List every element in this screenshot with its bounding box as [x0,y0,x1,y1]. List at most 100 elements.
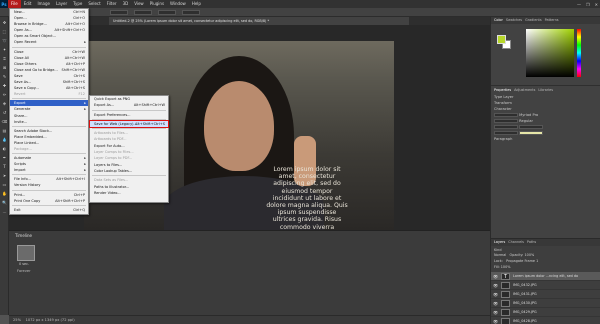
move-tool-icon[interactable]: ✥ [1,19,8,26]
type-layer-thumbnail: T [501,273,510,280]
menu-item-exit[interactable]: Exit Ctrl+Q [10,207,88,213]
timeline-frame-thumbnail[interactable] [17,245,35,261]
more-tools-icon[interactable]: … [1,208,8,215]
pen-tool-icon[interactable]: ✒ [1,154,8,161]
dodge-tool-icon[interactable]: ◐ [1,145,8,152]
menu-item-export-as[interactable]: Export As... Alt+Shift+Ctrl+W [90,102,168,108]
blur-tool-icon[interactable]: 💧 [1,136,8,143]
leading-input[interactable] [519,125,544,129]
visibility-eye-icon[interactable]: 👁 [493,308,498,317]
options-dropdown[interactable] [182,9,200,15]
visibility-eye-icon[interactable]: 👁 [493,299,498,308]
minimize-icon[interactable]: — [577,2,581,7]
document-tab[interactable]: Untitled-2 @ 25% (Lorem ipsum dolor sit … [109,17,409,25]
timeline-tab[interactable]: Timeline [15,233,32,238]
layer-row[interactable]: 👁 IMG_0430.JPG [491,299,600,308]
tab-gradients[interactable]: Gradients [525,17,542,24]
tab-libraries[interactable]: Libraries [538,87,553,94]
paragraph-section[interactable]: Paragraph [494,136,598,142]
tab-swatches[interactable]: Swatches [506,17,522,24]
foreground-color-swatch[interactable] [497,35,506,44]
menu-plugins[interactable]: Plugins [147,0,167,8]
menu-item-invite[interactable]: Invite... [10,119,88,125]
opacity-field[interactable]: Opacity: 100% [510,253,535,257]
visibility-eye-icon[interactable]: 👁 [493,272,498,281]
text-layer-overlay[interactable]: Lorem ipsum dolor sit amet, consectetur … [266,166,348,230]
magic-wand-tool-icon[interactable]: ✦ [1,46,8,53]
menu-select[interactable]: Select [85,0,103,8]
path-selection-tool-icon[interactable]: ➤ [1,172,8,179]
tab-paths[interactable]: Paths [527,239,536,246]
blend-mode-select[interactable]: Normal [494,253,506,257]
menu-3d[interactable]: 3D [120,0,132,8]
eyedropper-tool-icon[interactable]: ✎ [1,73,8,80]
options-dropdown[interactable] [110,9,128,15]
zoom-tool-icon[interactable]: 🔍 [1,199,8,206]
visibility-eye-icon[interactable]: 👁 [493,317,498,324]
menu-item-import[interactable]: Import ▸ [10,167,88,173]
menu-item-color-lookup-tables[interactable]: Color Lookup Tables... [90,168,168,174]
menu-filter[interactable]: Filter [104,0,120,8]
menu-file[interactable]: File [8,0,21,8]
font-size-input[interactable] [494,125,518,129]
loop-options[interactable]: Forever [17,269,31,273]
menu-type[interactable]: Type [70,0,85,8]
menu-view[interactable]: View [131,0,147,8]
font-family-select[interactable] [494,113,518,117]
gradient-tool-icon[interactable]: ▤ [1,127,8,134]
tracking-input[interactable] [494,131,518,135]
menu-item-open-recent[interactable]: Open Recent ▸ [10,39,88,45]
zoom-level[interactable]: 25% [13,318,21,322]
tab-patterns[interactable]: Patterns [545,17,559,24]
menu-item-label: Browse in Bridge... [14,22,47,27]
menu-item-save-for-web-legacy[interactable]: Save for Web (Legacy)... Alt+Shift+Ctrl+S [89,119,169,129]
menu-window[interactable]: Window [167,0,189,8]
fill-field[interactable]: Fill: 100% [494,265,510,269]
color-picker-field[interactable] [526,29,574,77]
photoshop-logo: Ps [0,0,8,8]
close-icon[interactable]: ✕ [595,2,598,7]
rectangle-tool-icon[interactable]: ▭ [1,181,8,188]
type-tool-icon[interactable]: T [1,163,8,170]
clone-stamp-tool-icon[interactable]: ⎈ [1,100,8,107]
hue-slider[interactable] [577,29,581,77]
menu-help[interactable]: Help [189,0,204,8]
layer-row[interactable]: 👁 IMG_0428.JPG [491,317,600,324]
healing-brush-tool-icon[interactable]: ✚ [1,82,8,89]
propagate-frame-checkbox[interactable]: Propagate Frame 1 [506,259,538,263]
maximize-icon[interactable]: ❐ [586,2,590,7]
layer-row[interactable]: 👁 IMG_0431.JPG [491,290,600,299]
font-style-select[interactable] [494,119,518,123]
frame-tool-icon[interactable]: ⊠ [1,64,8,71]
tab-channels[interactable]: Channels [508,239,524,246]
menu-layer[interactable]: Layer [53,0,70,8]
lasso-tool-icon[interactable]: ➰ [1,37,8,44]
menu-item-shortcut: Alt+Shift+Ctrl+W [133,103,165,108]
menu-item-render-video[interactable]: Render Video... [90,190,168,196]
menu-item-print-one-copy[interactable]: Print One Copy Alt+Shift+Ctrl+P [10,198,88,204]
frame-delay[interactable]: 0 sec. [19,262,29,266]
tab-adjustments[interactable]: Adjustments [514,87,535,94]
menu-image[interactable]: Image [34,0,53,8]
eraser-tool-icon[interactable]: ⌫ [1,118,8,125]
layer-row[interactable]: 👁 IMG_0432.JPG [491,281,600,290]
tab-layers[interactable]: Layers [494,239,505,246]
visibility-eye-icon[interactable]: 👁 [493,281,498,290]
tab-color[interactable]: Color [494,17,503,24]
layer-row[interactable]: 👁 IMG_0429.JPG [491,308,600,317]
history-brush-tool-icon[interactable]: ↺ [1,109,8,116]
marquee-tool-icon[interactable]: ⬚ [1,28,8,35]
options-dropdown[interactable] [158,9,176,15]
brush-tool-icon[interactable]: ✏ [1,91,8,98]
options-dropdown[interactable] [134,9,152,15]
crop-tool-icon[interactable]: ⌗ [1,55,8,62]
hand-tool-icon[interactable]: ✋ [1,190,8,197]
layer-row[interactable]: 👁 T Lorem ipsum dolor ...ncing elit, sed d… [491,272,600,281]
right-panels: Color Swatches Gradients Patterns Proper… [490,17,600,324]
menu-item-export-preferences[interactable]: Export Preferences... [90,112,168,118]
menu-item-version-history[interactable]: Version History [10,182,88,188]
menu-edit[interactable]: Edit [21,0,35,8]
text-color-swatch[interactable] [519,131,544,135]
visibility-eye-icon[interactable]: 👁 [493,290,498,299]
tab-properties[interactable]: Properties [494,87,511,94]
